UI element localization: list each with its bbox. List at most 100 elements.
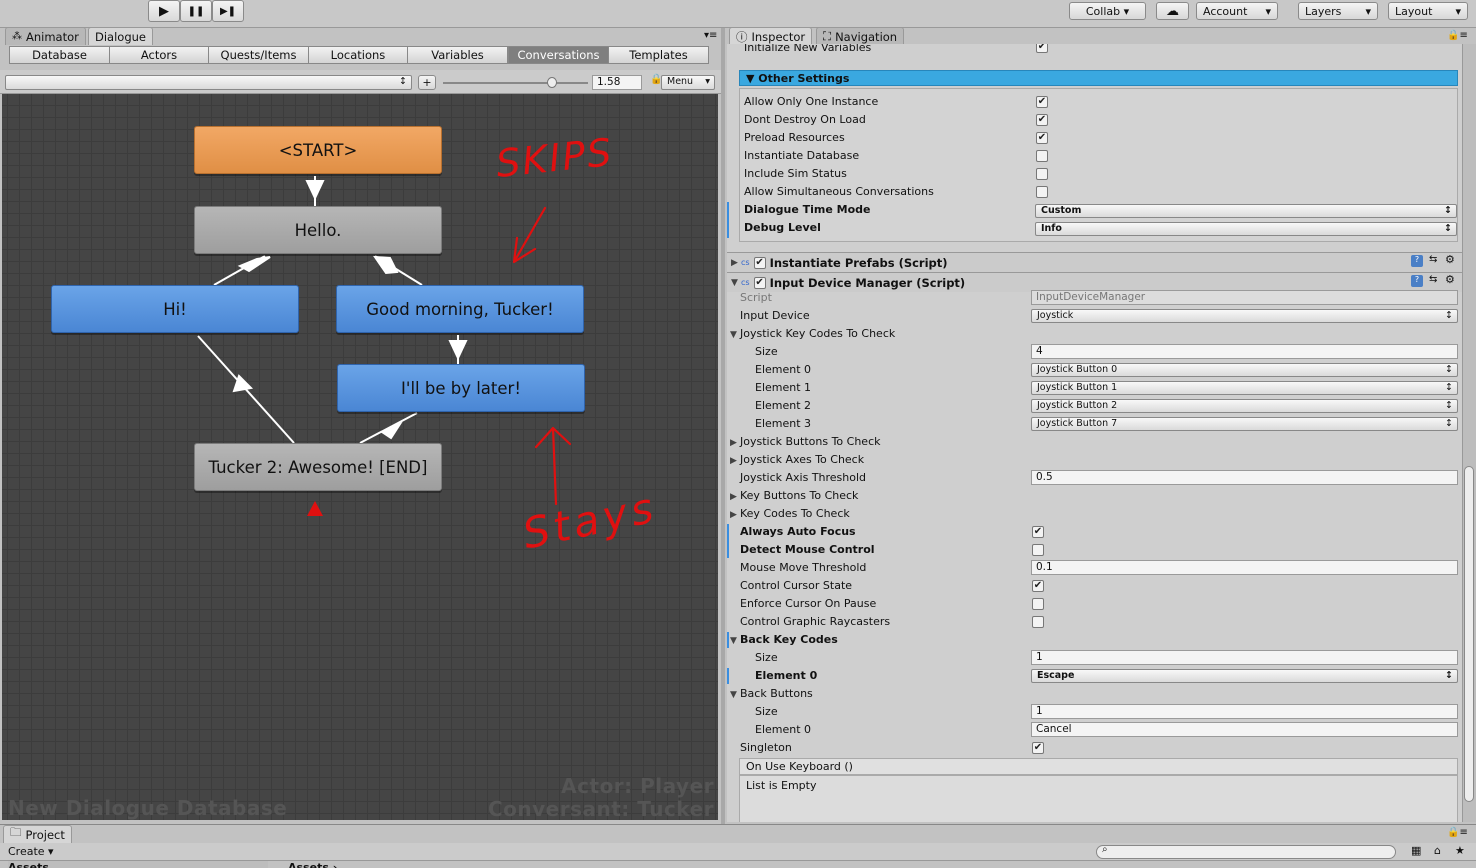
- setting-checkbox[interactable]: ✔: [1036, 114, 1048, 126]
- assets-tree-item[interactable]: Assets: [8, 861, 268, 868]
- always-auto-focus-label: Always Auto Focus: [740, 525, 856, 538]
- init-vars-checkbox[interactable]: ✔: [1036, 44, 1048, 53]
- inspector-scrollbar-thumb[interactable]: [1464, 466, 1474, 802]
- setting-checkbox[interactable]: ✔: [1036, 96, 1048, 108]
- element-dropdown[interactable]: Joystick Button 1 ↕: [1031, 381, 1458, 395]
- setting-checkbox[interactable]: [1036, 150, 1048, 162]
- element-dropdown[interactable]: Joystick Button 2 ↕: [1031, 399, 1458, 413]
- element-label: Element 3: [755, 417, 812, 430]
- joystick-axes-label[interactable]: ▶ Joystick Axes To Check: [730, 451, 864, 470]
- layers-label: Layers: [1305, 4, 1342, 18]
- chevron-updown-icon: ↕: [399, 76, 407, 87]
- singleton-checkbox[interactable]: ✔: [1032, 742, 1044, 754]
- instantiate-prefabs-header[interactable]: ▶ cs ✔ Instantiate Prefabs (Script): [727, 253, 1462, 272]
- tab-project[interactable]: 🗀 Project: [3, 825, 72, 843]
- back-buttons-label[interactable]: ▼ Back Buttons: [730, 685, 813, 704]
- always-auto-focus-checkbox[interactable]: ✔: [1032, 526, 1044, 538]
- menu-dropdown[interactable]: Menu ▾: [661, 75, 715, 90]
- element-value: Joystick Button 0: [1037, 364, 1118, 375]
- input-device-value: Joystick: [1037, 310, 1074, 321]
- joystick-axis-threshold-field[interactable]: 0.5: [1031, 470, 1458, 485]
- setting-checkbox[interactable]: ✔: [1036, 132, 1048, 144]
- key-codes-label[interactable]: ▶ Key Codes To Check: [730, 505, 850, 524]
- joystick-key-codes-label[interactable]: ▼ Joystick Key Codes To Check: [730, 325, 895, 344]
- account-dropdown[interactable]: Account ▾: [1196, 2, 1278, 20]
- other-settings-header[interactable]: ▼ Other Settings: [739, 70, 1458, 86]
- panel-menu-icon[interactable]: ▾≡: [704, 30, 717, 41]
- other-settings-title: Other Settings: [758, 72, 850, 85]
- element-dropdown[interactable]: Joystick Button 7 ↕: [1031, 417, 1458, 431]
- component-enable-checkbox[interactable]: ✔: [753, 276, 766, 289]
- assets-breadcrumb[interactable]: Assets ›: [288, 861, 337, 868]
- element-dropdown[interactable]: Joystick Button 0 ↕: [1031, 363, 1458, 377]
- cloud-icon[interactable]: ☁: [1156, 2, 1189, 20]
- control-raycasters-checkbox[interactable]: [1032, 616, 1044, 628]
- debug-level-dropdown[interactable]: Info ↕: [1035, 222, 1457, 236]
- tab-inspector-label: Inspector: [751, 29, 806, 44]
- detect-mouse-control-label: Detect Mouse Control: [740, 543, 875, 556]
- preset-icon[interactable]: ⇆: [1429, 274, 1437, 285]
- modified-marker: [727, 202, 729, 238]
- create-dropdown[interactable]: Create ▾: [8, 845, 54, 858]
- bkc-size-field[interactable]: 1: [1031, 650, 1458, 665]
- tab-animator[interactable]: ⁂ Animator: [5, 27, 86, 45]
- control-cursor-state-checkbox[interactable]: ✔: [1032, 580, 1044, 592]
- step-button[interactable]: ▶❚: [212, 0, 244, 22]
- tab-locations[interactable]: Locations: [308, 46, 408, 64]
- skips-arrow-icon: [512, 206, 547, 264]
- filter-type-icon[interactable]: ▦: [1411, 844, 1421, 857]
- help-icon[interactable]: ?: [1411, 275, 1423, 287]
- back-key-codes-label[interactable]: ▼ Back Key Codes: [730, 631, 838, 650]
- component-enable-checkbox[interactable]: ✔: [753, 256, 766, 269]
- mouse-move-threshold-field[interactable]: 0.1: [1031, 560, 1458, 575]
- tab-variables[interactable]: Variables: [407, 46, 508, 64]
- tab-dialogue[interactable]: Dialogue: [88, 27, 153, 45]
- project-search-input[interactable]: ⌕: [1096, 844, 1396, 859]
- jkc-size-field[interactable]: 4: [1031, 344, 1458, 359]
- panel-menu-icon[interactable]: 🔒≡: [1447, 30, 1468, 41]
- help-icon[interactable]: ?: [1411, 255, 1423, 267]
- detect-mouse-control-checkbox[interactable]: [1032, 544, 1044, 556]
- modified-marker: [727, 524, 729, 558]
- tab-quests-items[interactable]: Quests/Items: [208, 46, 309, 64]
- foldout-closed-icon: ▶: [730, 510, 737, 520]
- add-conversation-button[interactable]: +: [418, 75, 436, 90]
- play-button[interactable]: ▶: [148, 0, 180, 22]
- input-device-dropdown[interactable]: Joystick ↕: [1031, 309, 1458, 323]
- conversation-dropdown[interactable]: ↕: [5, 75, 412, 90]
- joystick-buttons-label[interactable]: ▶ Joystick Buttons To Check: [730, 433, 881, 452]
- foldout-closed-icon: ▶: [730, 492, 737, 502]
- layout-dropdown[interactable]: Layout ▾: [1388, 2, 1468, 20]
- zoom-slider-thumb[interactable]: [547, 77, 557, 88]
- gear-icon[interactable]: ⚙: [1445, 273, 1455, 286]
- gear-icon[interactable]: ⚙: [1445, 253, 1455, 266]
- tab-inspector[interactable]: ⓘ Inspector: [729, 27, 813, 45]
- zoom-slider-track[interactable]: [443, 82, 588, 84]
- collab-button[interactable]: Collab ▾: [1069, 2, 1146, 20]
- node-canvas[interactable]: <START> Hello. Hi! Good morning, Tucker!…: [2, 94, 718, 820]
- watermark-actor: Actor: Player: [561, 774, 714, 798]
- setting-checkbox[interactable]: [1036, 186, 1048, 198]
- layers-dropdown[interactable]: Layers ▾: [1298, 2, 1378, 20]
- foldout-closed-icon: ▶: [731, 257, 738, 268]
- enforce-cursor-checkbox[interactable]: [1032, 598, 1044, 610]
- panel-menu-icon[interactable]: 🔒≡: [1447, 827, 1468, 838]
- favorites-icon[interactable]: ★: [1455, 844, 1465, 857]
- tab-navigation[interactable]: ⛶ Navigation: [816, 27, 905, 45]
- debug-level-value: Info: [1041, 223, 1062, 234]
- filter-label-icon[interactable]: ⌂: [1434, 844, 1441, 857]
- tab-database[interactable]: Database: [9, 46, 110, 64]
- key-buttons-label[interactable]: ▶ Key Buttons To Check: [730, 487, 858, 506]
- init-vars-label: Initialize New Variables: [744, 44, 872, 54]
- tab-conversations[interactable]: Conversations: [508, 46, 609, 64]
- tab-templates[interactable]: Templates: [608, 46, 709, 64]
- pause-button[interactable]: ❚❚: [180, 0, 212, 22]
- bb-size-field[interactable]: 1: [1031, 704, 1458, 719]
- back-button-element-field[interactable]: Cancel: [1031, 722, 1458, 737]
- setting-checkbox[interactable]: [1036, 168, 1048, 180]
- dialogue-time-mode-dropdown[interactable]: Custom ↕: [1035, 204, 1457, 218]
- preset-icon[interactable]: ⇆: [1429, 254, 1437, 265]
- tab-actors[interactable]: Actors: [109, 46, 209, 64]
- back-key-element-dropdown[interactable]: Escape ↕: [1031, 669, 1458, 683]
- zoom-field[interactable]: 1.58: [592, 75, 642, 90]
